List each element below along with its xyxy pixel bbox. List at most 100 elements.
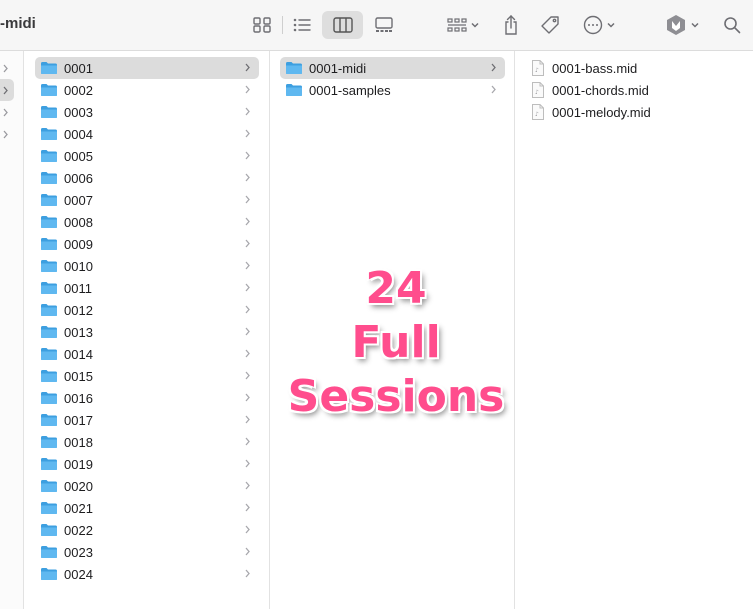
chevron-right-icon <box>245 129 250 138</box>
file-item[interactable]: ♪ 0001-chords.mid <box>525 79 743 101</box>
folder-icon <box>41 480 57 492</box>
folder-icon <box>41 546 57 558</box>
gallery-view-button[interactable] <box>372 11 396 39</box>
chevron-right-icon <box>245 503 250 512</box>
promo-line-full: Full <box>351 317 441 368</box>
folder-item-label: 0003 <box>64 104 93 120</box>
folder-item[interactable]: 0020 <box>35 475 259 497</box>
folder-item[interactable]: 0008 <box>35 211 259 233</box>
share-button[interactable] <box>500 11 522 39</box>
chevron-right-icon <box>245 85 250 94</box>
folder-item-label: 0006 <box>64 170 93 186</box>
folder-item[interactable]: 0007 <box>35 189 259 211</box>
folder-item-label: 0013 <box>64 324 93 340</box>
folder-item[interactable]: 0013 <box>35 321 259 343</box>
chevron-right-icon <box>245 107 250 116</box>
folders-column[interactable]: 0001 0002 0003 0004 0005 0006 0007 0008 0009 0010… <box>24 51 270 609</box>
chevron-right-icon <box>3 86 8 95</box>
folder-item[interactable]: 0024 <box>35 563 259 585</box>
folder-item[interactable]: 0022 <box>35 519 259 541</box>
folder-item[interactable]: 0011 <box>35 277 259 299</box>
folder-item[interactable]: 0005 <box>35 145 259 167</box>
folder-item[interactable]: 0014 <box>35 343 259 365</box>
file-item[interactable]: ♪ 0001-melody.mid <box>525 101 743 123</box>
subfolder-item-label: 0001-midi <box>309 60 367 76</box>
folder-icon <box>41 326 57 338</box>
svg-text:♪: ♪ <box>535 111 539 118</box>
folder-icon <box>41 282 57 294</box>
chevron-right-icon <box>245 63 250 72</box>
extension-menu-button[interactable] <box>662 11 702 39</box>
folder-item-label: 0022 <box>64 522 93 538</box>
previous-column[interactable] <box>0 51 24 609</box>
folder-item-label: 0017 <box>64 412 93 428</box>
more-actions-button[interactable] <box>580 11 618 39</box>
window-title: -midi <box>0 15 36 32</box>
list-view-button[interactable] <box>290 11 314 39</box>
folder-item[interactable]: 0001 <box>35 57 259 79</box>
icon-view-icon <box>253 17 271 33</box>
folder-item[interactable]: 0009 <box>35 233 259 255</box>
folder-icon <box>41 436 57 448</box>
folder-icon <box>41 194 57 206</box>
subfolder-item-label: 0001-samples <box>309 82 391 98</box>
tag-button[interactable] <box>538 11 562 39</box>
folder-icon <box>286 62 302 74</box>
folder-item-label: 0023 <box>64 544 93 560</box>
chevron-down-icon <box>690 22 699 28</box>
folder-item[interactable]: 0012 <box>35 299 259 321</box>
folder-icon <box>41 568 57 580</box>
folder-item-label: 0019 <box>64 456 93 472</box>
folder-icon <box>41 260 57 272</box>
chevron-right-icon <box>245 151 250 160</box>
files-column[interactable]: ♪ 0001-bass.mid ♪ 0001-chords.mid ♪ 0001-melo… <box>515 51 753 609</box>
icon-view-button[interactable] <box>250 11 274 39</box>
folder-item-label: 0015 <box>64 368 93 384</box>
folder-item[interactable]: 0003 <box>35 101 259 123</box>
folder-icon <box>41 348 57 360</box>
folder-icon <box>41 84 57 96</box>
folder-item[interactable]: 0018 <box>35 431 259 453</box>
folder-item-label: 0008 <box>64 214 93 230</box>
folder-icon <box>41 150 57 162</box>
extension-icon <box>666 15 685 35</box>
chevron-right-icon <box>245 195 250 204</box>
folder-icon <box>41 106 57 118</box>
promo-line-sessions: Sessions <box>287 371 505 422</box>
group-menu-button[interactable] <box>444 11 482 39</box>
subfolder-item[interactable]: 0001-samples <box>280 79 505 101</box>
folder-icon <box>41 524 57 536</box>
folder-item[interactable]: 0004 <box>35 123 259 145</box>
folder-item[interactable]: 0010 <box>35 255 259 277</box>
chevron-right-icon <box>491 63 496 72</box>
column-view-button[interactable] <box>322 11 363 39</box>
folder-item[interactable]: 0006 <box>35 167 259 189</box>
folder-item[interactable]: 0021 <box>35 497 259 519</box>
folder-item[interactable]: 0019 <box>35 453 259 475</box>
group-icon <box>446 18 467 32</box>
chevron-right-icon <box>3 108 8 117</box>
folder-icon <box>41 62 57 74</box>
chevron-right-icon <box>491 85 496 94</box>
toolbar-separator <box>282 16 283 34</box>
chevron-down-icon <box>470 22 479 28</box>
list-view-icon <box>293 18 311 32</box>
folder-item-label: 0021 <box>64 500 93 516</box>
chevron-right-icon <box>245 217 250 226</box>
folder-item[interactable]: 0016 <box>35 387 259 409</box>
file-item[interactable]: ♪ 0001-bass.mid <box>525 57 743 79</box>
folder-item[interactable]: 0017 <box>35 409 259 431</box>
chevron-right-icon <box>245 481 250 490</box>
folder-icon <box>41 172 57 184</box>
search-button[interactable] <box>720 11 744 39</box>
folder-item[interactable]: 0002 <box>35 79 259 101</box>
folder-item-label: 0011 <box>64 280 92 296</box>
folder-item-label: 0010 <box>64 258 93 274</box>
folder-icon <box>41 458 57 470</box>
chevron-down-icon <box>606 22 615 28</box>
folder-icon <box>41 304 57 316</box>
subfolder-item[interactable]: 0001-midi <box>280 57 505 79</box>
folder-item[interactable]: 0023 <box>35 541 259 563</box>
file-item-label: 0001-bass.mid <box>552 60 638 76</box>
folder-item[interactable]: 0015 <box>35 365 259 387</box>
